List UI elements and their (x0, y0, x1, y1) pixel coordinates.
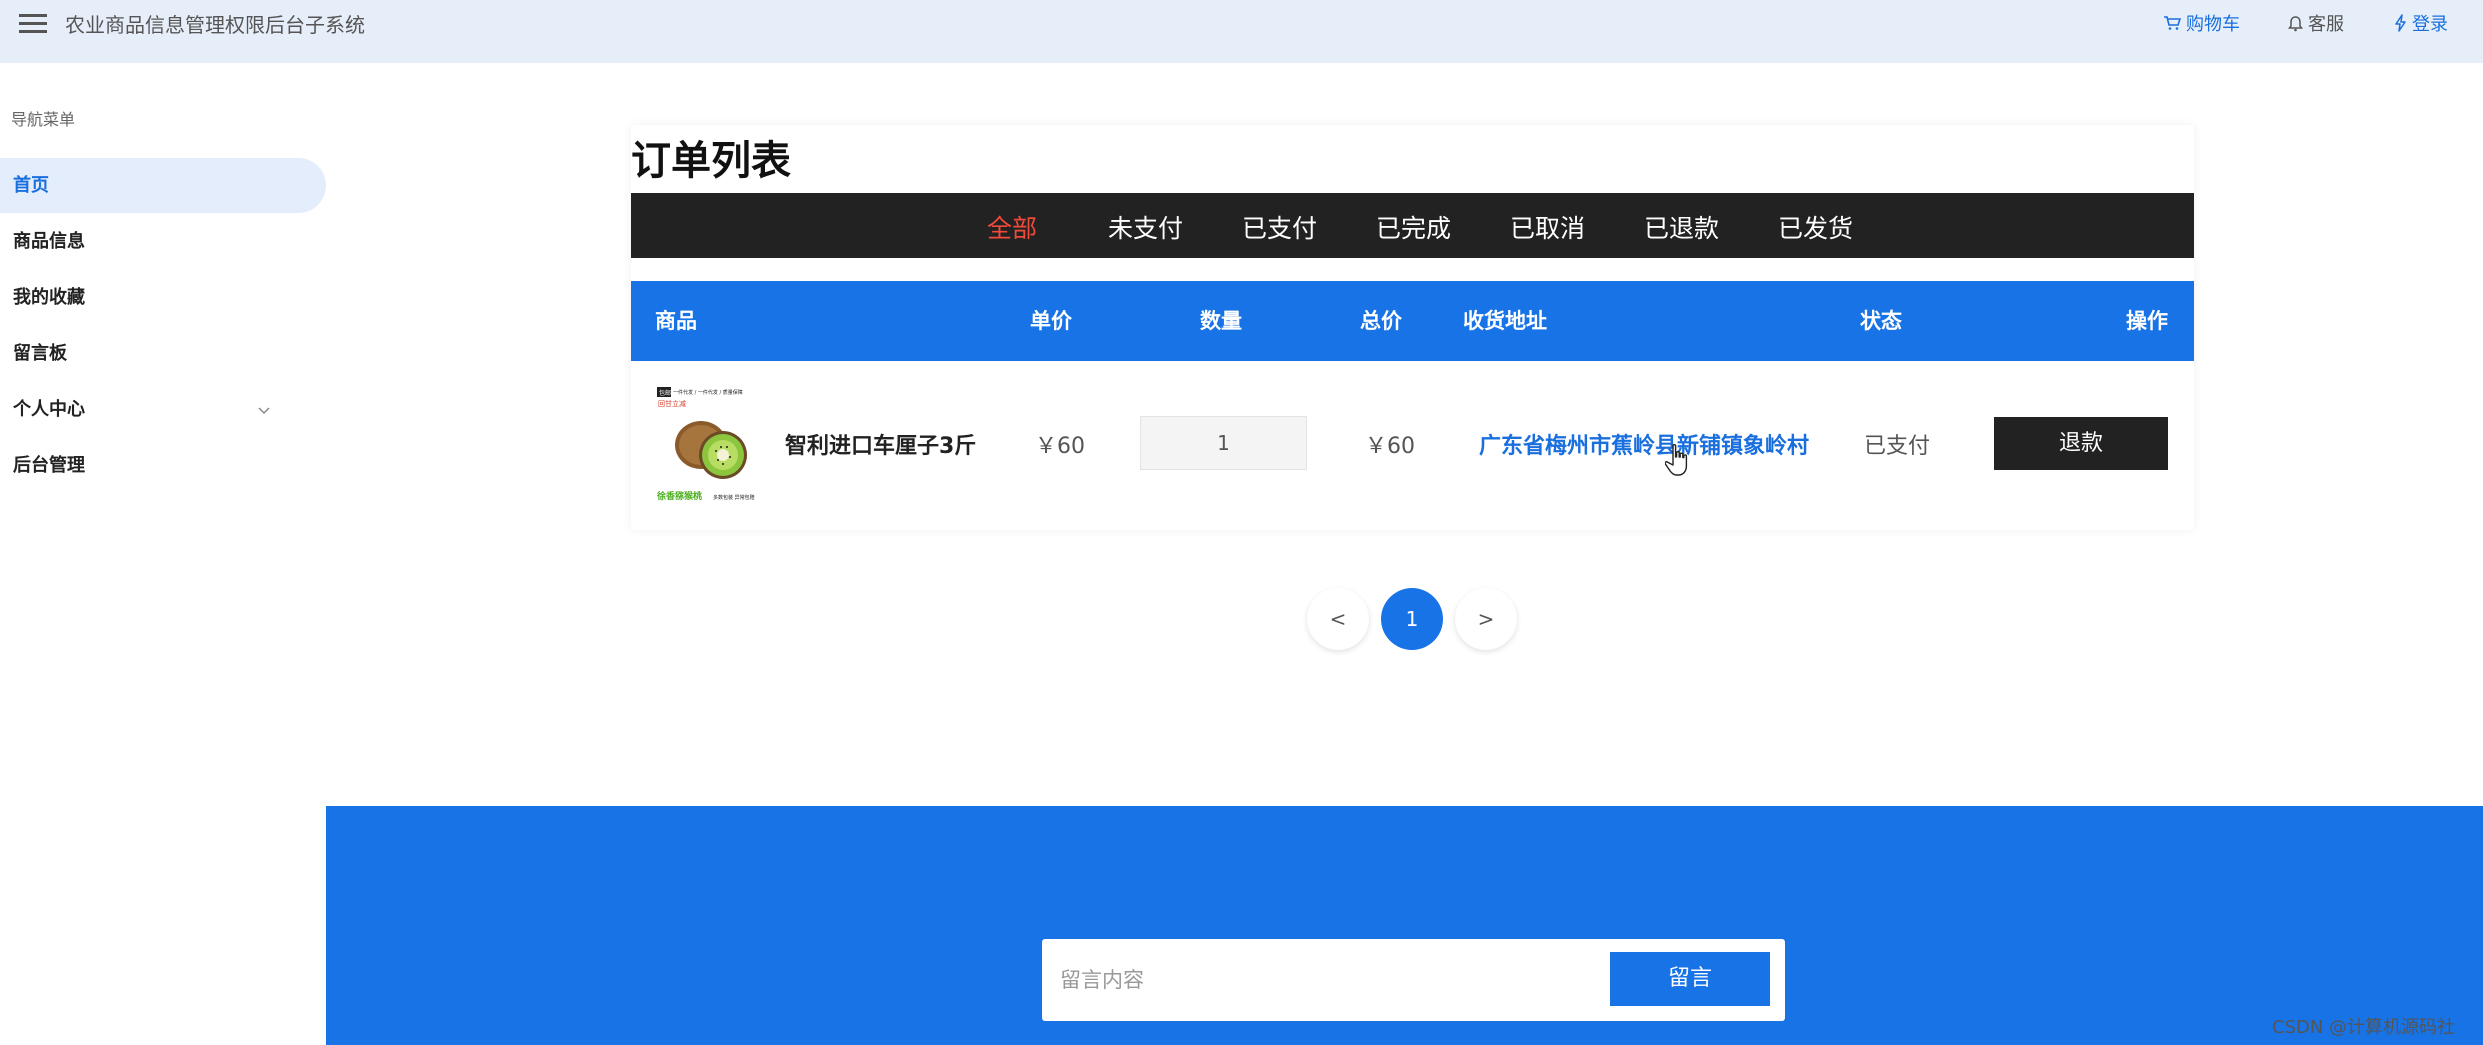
column-header: 总价 (1360, 309, 1402, 333)
shipping-address[interactable]: 广东省梅州市蕉岭县新铺镇象岭村 (1479, 428, 1809, 460)
column-header: 商品 (655, 309, 697, 333)
chevron-down-icon (258, 407, 270, 415)
next-page-button[interactable]: > (1455, 588, 1517, 650)
sidebar-item-message-board[interactable]: 留言板 (0, 326, 326, 381)
tab-completed[interactable]: 已完成 (1376, 209, 1451, 245)
sidebar-item-products[interactable]: 商品信息 (0, 214, 326, 269)
column-header: 状态 (1860, 309, 1902, 333)
submit-message-button[interactable]: 留言 (1610, 952, 1770, 1006)
bell-icon (2288, 15, 2303, 31)
sidebar-item-favorites[interactable]: 我的收藏 (0, 270, 326, 325)
image-footer-note: 多数包装 异常包赔 (713, 494, 755, 501)
product-image[interactable]: 包邮 一件代发 / 一件代发 / 质量保障 回甘立减 徐香猕猴桃 多数包装 异常… (655, 385, 775, 505)
tab-refunded[interactable]: 已退款 (1644, 209, 1719, 245)
tab-cancelled[interactable]: 已取消 (1510, 209, 1585, 245)
refund-button[interactable]: 退款 (1994, 417, 2168, 470)
sidebar-item-admin[interactable]: 后台管理 (0, 438, 326, 493)
prev-page-button[interactable]: < (1307, 588, 1369, 650)
sidebar-caption: 导航菜单 (11, 110, 76, 129)
table-header: 商品 单价 数量 总价 收货地址 状态 操作 (631, 281, 2194, 361)
login-link[interactable]: 登录 (2394, 10, 2448, 36)
page-title: 订单列表 (631, 138, 791, 184)
cart-link[interactable]: 购物车 (2163, 10, 2240, 36)
quantity-field[interactable]: 1 (1140, 416, 1307, 470)
menu-icon[interactable] (19, 14, 47, 34)
column-header: 收货地址 (1463, 309, 1547, 333)
message-input[interactable] (1048, 947, 1598, 1013)
unit-price: ￥60 (1035, 434, 1085, 459)
total-price: ￥60 (1365, 434, 1415, 459)
service-link[interactable]: 客服 (2288, 10, 2344, 36)
cart-link-label: 购物车 (2186, 14, 2240, 35)
app-title: 农业商品信息管理权限后台子系统 (65, 13, 365, 37)
tab-all[interactable]: 全部 (987, 209, 1037, 245)
sidebar-item-label: 个人中心 (13, 399, 85, 420)
image-badge-text: 包邮 (659, 389, 671, 397)
tab-shipped[interactable]: 已发货 (1778, 209, 1853, 245)
sidebar-item-home[interactable]: 首页 (0, 158, 326, 213)
sidebar-item-personal-center[interactable]: 个人中心 (0, 382, 326, 437)
column-header: 单价 (1030, 309, 1072, 333)
tab-paid[interactable]: 已支付 (1242, 209, 1317, 245)
sidebar-item-label: 我的收藏 (13, 287, 85, 308)
sidebar-item-label: 后台管理 (13, 455, 85, 476)
hand-cursor-icon (1665, 444, 1688, 476)
image-footer-text: 徐香猕猴桃 (656, 490, 702, 502)
login-link-label: 登录 (2412, 14, 2448, 35)
order-status-tabs: 全部 未支付 已支付 已完成 已取消 已退款 已发货 (631, 193, 2194, 258)
column-header: 操作 (2126, 309, 2168, 333)
sidebar-item-label: 留言板 (13, 343, 67, 364)
sidebar-item-label: 首页 (13, 175, 49, 196)
product-name[interactable]: 智利进口车厘子3斤 (785, 428, 976, 460)
watermark-text: CSDN @计算机源码社 (2272, 1017, 2456, 1038)
tab-unpaid[interactable]: 未支付 (1108, 209, 1183, 245)
top-header: 农业商品信息管理权限后台子系统 购物车 客服 登录 (0, 0, 2483, 63)
image-caption-text: 回甘立减 (658, 399, 686, 408)
lightning-icon (2395, 14, 2406, 32)
image-caption-text: 一件代发 / 一件代发 / 质量保障 (673, 389, 743, 396)
sidebar-item-label: 商品信息 (13, 231, 85, 252)
current-page-button[interactable]: 1 (1381, 588, 1443, 650)
cart-icon (2164, 16, 2181, 30)
column-header: 数量 (1200, 309, 1242, 333)
service-link-label: 客服 (2308, 14, 2344, 35)
status-badge: 已支付 (1864, 434, 1931, 459)
